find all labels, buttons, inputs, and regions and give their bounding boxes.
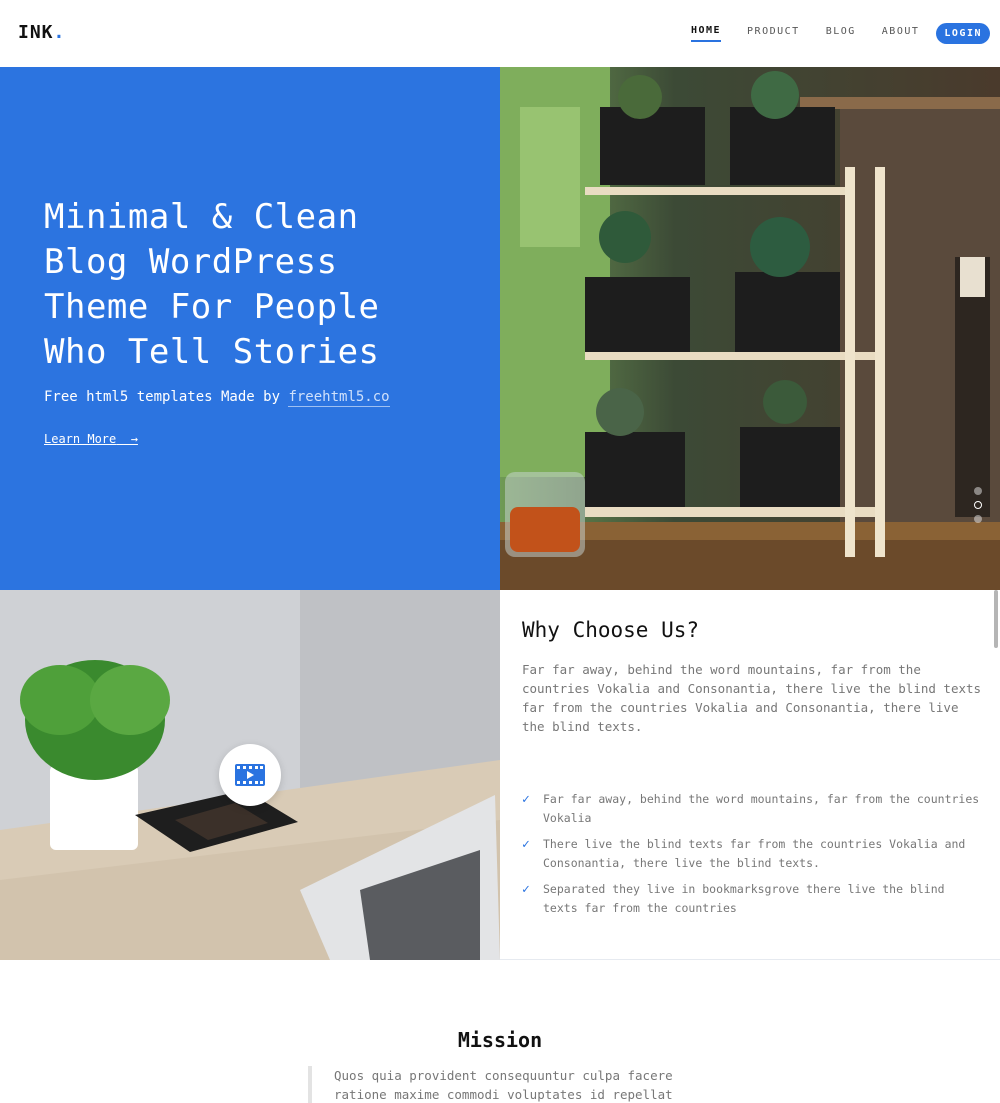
why-description: Far far away, behind the word mountains,…: [522, 662, 982, 734]
slider-dot[interactable]: [974, 487, 982, 495]
hero-subtitle: Free html5 templates Made by freehtml5.c…: [44, 389, 390, 407]
list-item: ✓ Far far away, behind the word mountain…: [522, 790, 982, 828]
main-menu: HOME PRODUCT BLOG ABOUT LOGIN: [678, 23, 990, 44]
slider-dots: [974, 487, 982, 523]
feature-list: ✓ Far far away, behind the word mountain…: [522, 790, 982, 925]
freehtml5-link[interactable]: freehtml5.co: [288, 389, 390, 407]
why-title: Why Choose Us?: [522, 618, 700, 642]
hero-title-line: Theme For People: [44, 287, 380, 327]
top-navbar: INK. HOME PRODUCT BLOG ABOUT LOGIN: [0, 0, 1000, 67]
list-item-text: Far far away, behind the word mountains,…: [543, 792, 980, 825]
video-thumbnail: [0, 590, 500, 960]
nav-item-about[interactable]: ABOUT: [882, 26, 920, 41]
nav-item-home[interactable]: HOME: [690, 25, 722, 42]
checkmark-icon: ✓: [522, 792, 530, 807]
slider-dot[interactable]: [974, 515, 982, 523]
film-play-icon: [235, 764, 265, 786]
why-choose-us-section: Why Choose Us? Far far away, behind the …: [500, 590, 1000, 960]
plant-shelf-illustration: [500, 67, 1000, 590]
mission-title: Mission: [457, 1028, 543, 1052]
learn-more-link[interactable]: Learn More →: [44, 432, 138, 446]
list-item: ✓ Separated they live in bookmarksgrove …: [522, 880, 982, 918]
logo-text: INK: [18, 22, 54, 43]
nav-item-blog[interactable]: BLOG: [826, 26, 856, 41]
scrollbar-thumb[interactable]: [994, 590, 998, 648]
hero-title-line: Who Tell Stories: [44, 332, 380, 372]
mission-quote: Quos quia provident consequuntur culpa f…: [308, 1066, 688, 1103]
nav-item-product[interactable]: PRODUCT: [747, 26, 800, 41]
slider-dot-active[interactable]: [974, 501, 982, 509]
login-button[interactable]: LOGIN: [936, 23, 990, 44]
logo[interactable]: INK.: [18, 22, 65, 43]
hero-image-plant-shelf: [500, 67, 1000, 590]
learn-more-label: Learn More: [44, 432, 117, 446]
hero-title: Minimal & Clean Blog WordPress Theme For…: [44, 195, 474, 375]
list-item: ✓ There live the blind texts far from th…: [522, 835, 982, 873]
checkmark-icon: ✓: [522, 882, 530, 897]
list-item-text: Separated they live in bookmarksgrove th…: [543, 882, 945, 915]
hero-panel: Minimal & Clean Blog WordPress Theme For…: [0, 67, 500, 590]
list-item-text: There live the blind texts far from the …: [543, 837, 966, 870]
hero-title-line: Blog WordPress: [44, 242, 338, 282]
hero-title-line: Minimal & Clean: [44, 197, 359, 237]
arrow-right-icon: →: [123, 432, 138, 446]
hero-subtitle-text: Free html5 templates Made by: [44, 389, 281, 405]
play-video-button[interactable]: [219, 744, 281, 806]
logo-dot: .: [53, 22, 66, 43]
checkmark-icon: ✓: [522, 837, 530, 852]
